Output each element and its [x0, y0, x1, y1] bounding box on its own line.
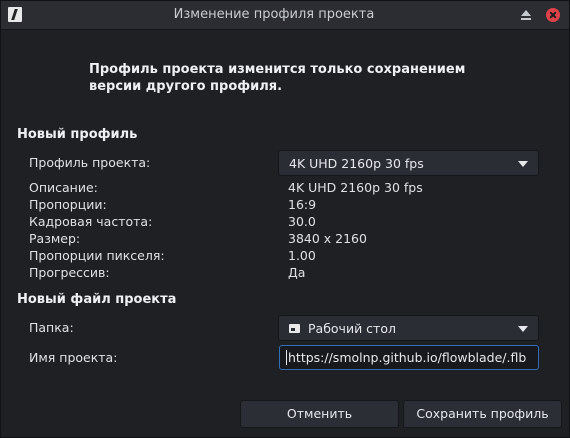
- chevron-down-icon: [518, 326, 528, 332]
- folder-label: Папка:: [29, 320, 74, 335]
- folder-chooser[interactable]: Рабочий стол: [278, 315, 539, 341]
- folder-chooser-value: Рабочий стол: [308, 321, 396, 336]
- project-name-input[interactable]: https://smolnp.github.io/flowblade/.flb: [279, 345, 539, 370]
- description-value: 4K UHD 2160p 30 fps: [288, 180, 423, 195]
- aspect-label: Пропорции:: [29, 197, 107, 212]
- window-title: Изменение профиля проекта: [173, 7, 375, 22]
- size-value: 3840 x 2160: [288, 231, 367, 246]
- close-icon[interactable]: [546, 8, 560, 22]
- new-profile-heading: Новый профиль: [17, 127, 138, 142]
- size-label: Размер:: [29, 231, 81, 246]
- project-name-label: Имя проекта:: [29, 350, 118, 365]
- cancel-button[interactable]: Отменить: [240, 400, 399, 428]
- profile-dropdown-value: 4K UHD 2160p 30 fps: [289, 156, 424, 171]
- progressive-value: Да: [288, 265, 306, 280]
- aspect-value: 16:9: [288, 197, 317, 212]
- save-profile-button[interactable]: Сохранить профиль: [403, 400, 562, 428]
- pixel-aspect-value: 1.00: [288, 248, 316, 263]
- description-label: Описание:: [29, 180, 98, 195]
- pixel-aspect-label: Пропорции пикселя:: [29, 248, 165, 263]
- profile-dialog: Изменение профиля проекта Профиль проект…: [0, 0, 570, 438]
- profile-dropdown[interactable]: 4K UHD 2160p 30 fps: [278, 150, 539, 176]
- folder-icon: [289, 324, 300, 333]
- progressive-label: Прогрессив:: [29, 265, 110, 280]
- new-file-heading: Новый файл проекта: [17, 292, 177, 307]
- text-caret: [286, 350, 287, 365]
- info-message: Профиль проекта изменится только сохране…: [89, 62, 466, 94]
- framerate-label: Кадровая частота:: [29, 214, 153, 229]
- project-name-value: https://smolnp.github.io/flowblade/.flb: [288, 350, 527, 365]
- profile-label: Профиль проекта:: [29, 155, 151, 170]
- minimize-icon[interactable]: [521, 10, 531, 20]
- chevron-down-icon: [518, 161, 528, 167]
- title-bar[interactable]: Изменение профиля проекта: [1, 1, 569, 30]
- framerate-value: 30.0: [288, 214, 316, 229]
